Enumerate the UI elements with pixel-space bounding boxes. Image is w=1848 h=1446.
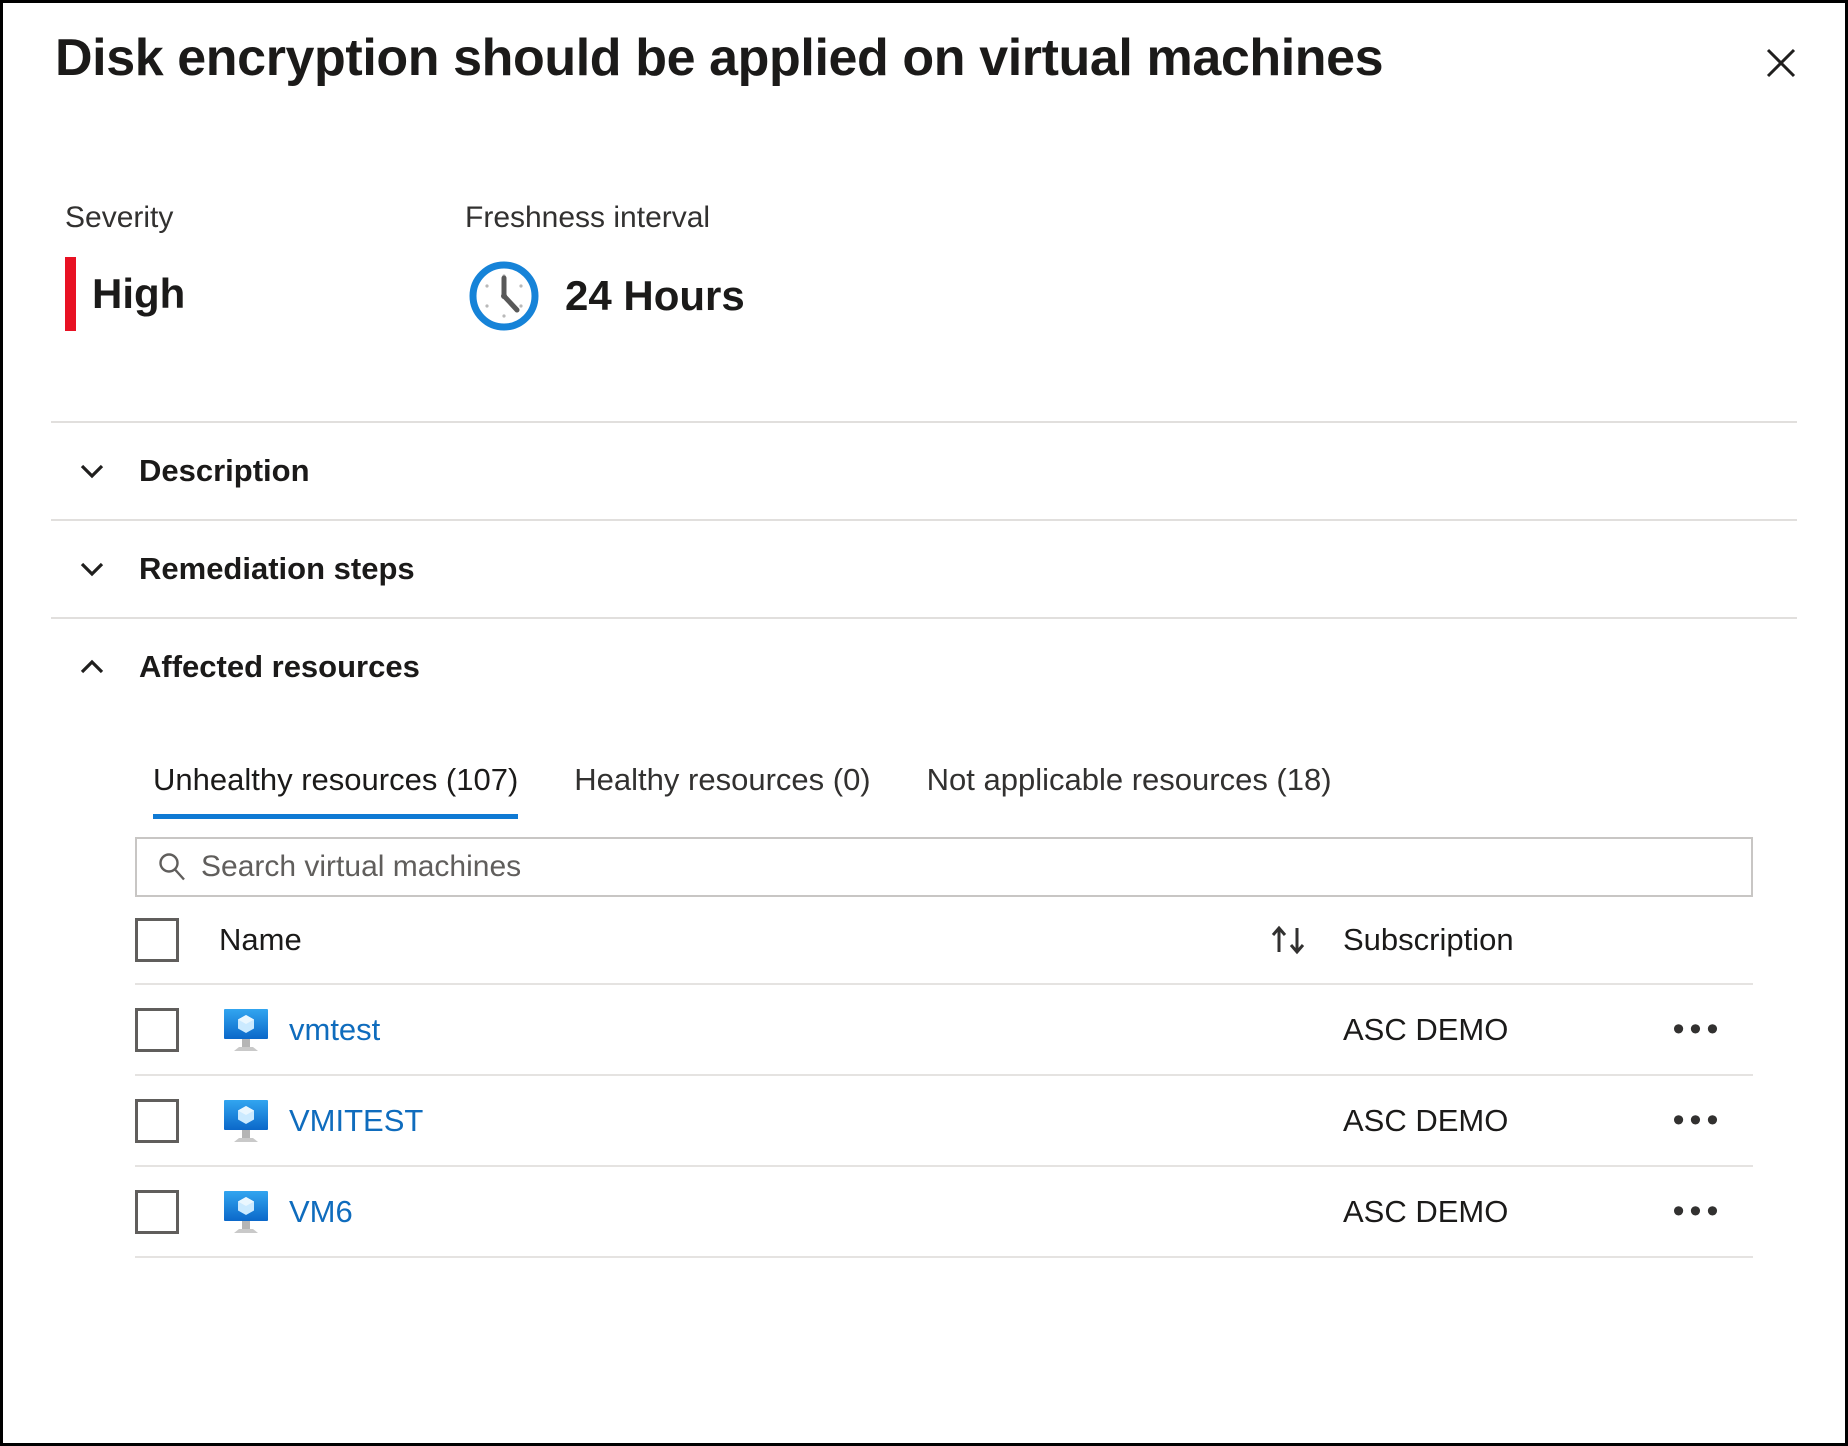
section-affected-resources[interactable]: Affected resources: [51, 617, 1797, 715]
row-select-cell: [135, 1189, 219, 1234]
resources-table: Name Subscription vmtest ASC DEMO ••• VM…: [51, 897, 1797, 1258]
severity-value: High: [65, 257, 465, 331]
row-more-actions[interactable]: •••: [1643, 1010, 1753, 1049]
tab-unhealthy-resources[interactable]: Unhealthy resources (107): [153, 762, 519, 819]
virtual-machine-icon: [224, 1008, 268, 1051]
clock-icon: [469, 261, 539, 331]
search-input[interactable]: [201, 850, 1751, 884]
freshness-text: 24 Hours: [565, 272, 745, 319]
select-all-checkbox[interactable]: [135, 918, 179, 962]
row-name-cell: vmtest: [219, 1003, 1233, 1057]
freshness-label: Freshness interval: [465, 201, 711, 234]
search-icon: [159, 853, 185, 881]
more-actions-icon: •••: [1672, 1010, 1724, 1049]
freshness-value: 24 Hours: [465, 257, 745, 335]
tab-healthy-resources[interactable]: Healthy resources (0): [574, 762, 870, 819]
row-subscription: ASC DEMO: [1343, 1011, 1509, 1047]
search-box[interactable]: [135, 837, 1753, 897]
chevron-down-icon: [75, 454, 121, 488]
row-checkbox[interactable]: [135, 1189, 179, 1234]
row-subscription: ASC DEMO: [1343, 1102, 1509, 1138]
row-name-link[interactable]: vmtest: [289, 1012, 380, 1048]
section-affected-resources-label: Affected resources: [139, 649, 420, 684]
column-header-subscription[interactable]: Subscription: [1343, 922, 1643, 958]
severity-bar-icon: [65, 257, 76, 331]
close-icon: [1766, 48, 1796, 78]
page-title: Disk encryption should be applied on vir…: [55, 29, 1384, 87]
section-remediation-steps[interactable]: Remediation steps: [51, 519, 1797, 617]
row-more-actions[interactable]: •••: [1643, 1101, 1753, 1140]
sort-button[interactable]: [1233, 918, 1343, 962]
resource-tabs: Unhealthy resources (107) Healthy resour…: [51, 723, 1797, 819]
section-remediation-steps-label: Remediation steps: [139, 551, 415, 586]
issue-detail-panel: Disk encryption should be applied on vir…: [0, 0, 1848, 1446]
select-all-cell: [135, 918, 219, 962]
sections-list: Description Remediation steps Affected r…: [3, 421, 1845, 715]
row-name-cell: VM6: [219, 1185, 1233, 1239]
row-name-link[interactable]: VM6: [289, 1194, 353, 1230]
severity-label: Severity: [65, 201, 174, 234]
virtual-machine-icon: [224, 1099, 268, 1142]
more-actions-icon: •••: [1672, 1101, 1724, 1140]
table-row[interactable]: VMITEST ASC DEMO •••: [135, 1076, 1753, 1167]
panel-header: Disk encryption should be applied on vir…: [3, 3, 1845, 121]
table-row[interactable]: VM6 ASC DEMO •••: [135, 1167, 1753, 1258]
severity-text: High: [92, 270, 186, 317]
row-more-actions[interactable]: •••: [1643, 1192, 1753, 1231]
table-header-row: Name Subscription: [135, 897, 1753, 985]
search-container: [51, 837, 1797, 897]
section-description[interactable]: Description: [51, 421, 1797, 519]
close-button[interactable]: [1753, 35, 1809, 91]
affected-resources-panel: Unhealthy resources (107) Healthy resour…: [3, 723, 1845, 1258]
row-checkbox[interactable]: [135, 1098, 179, 1143]
column-header-name[interactable]: Name: [219, 922, 1233, 958]
virtual-machine-icon: [224, 1190, 268, 1233]
more-actions-icon: •••: [1672, 1192, 1724, 1231]
freshness-block: Freshness interval 24 Hours: [465, 201, 745, 421]
column-header-name-label: Name: [219, 922, 302, 957]
chevron-down-icon: [75, 552, 121, 586]
section-description-label: Description: [139, 453, 310, 488]
chevron-up-icon: [75, 650, 121, 684]
row-name-cell: VMITEST: [219, 1094, 1233, 1148]
sort-arrows-icon: [1271, 925, 1305, 955]
row-select-cell: [135, 1007, 219, 1052]
severity-block: Severity High: [65, 201, 465, 421]
meta-summary: Severity High Freshness interval 24 Hour…: [3, 121, 1845, 421]
row-select-cell: [135, 1098, 219, 1143]
row-checkbox[interactable]: [135, 1007, 179, 1052]
row-name-link[interactable]: VMITEST: [289, 1103, 423, 1139]
tab-not-applicable-resources[interactable]: Not applicable resources (18): [927, 762, 1332, 819]
row-subscription: ASC DEMO: [1343, 1193, 1509, 1229]
table-row[interactable]: vmtest ASC DEMO •••: [135, 985, 1753, 1076]
